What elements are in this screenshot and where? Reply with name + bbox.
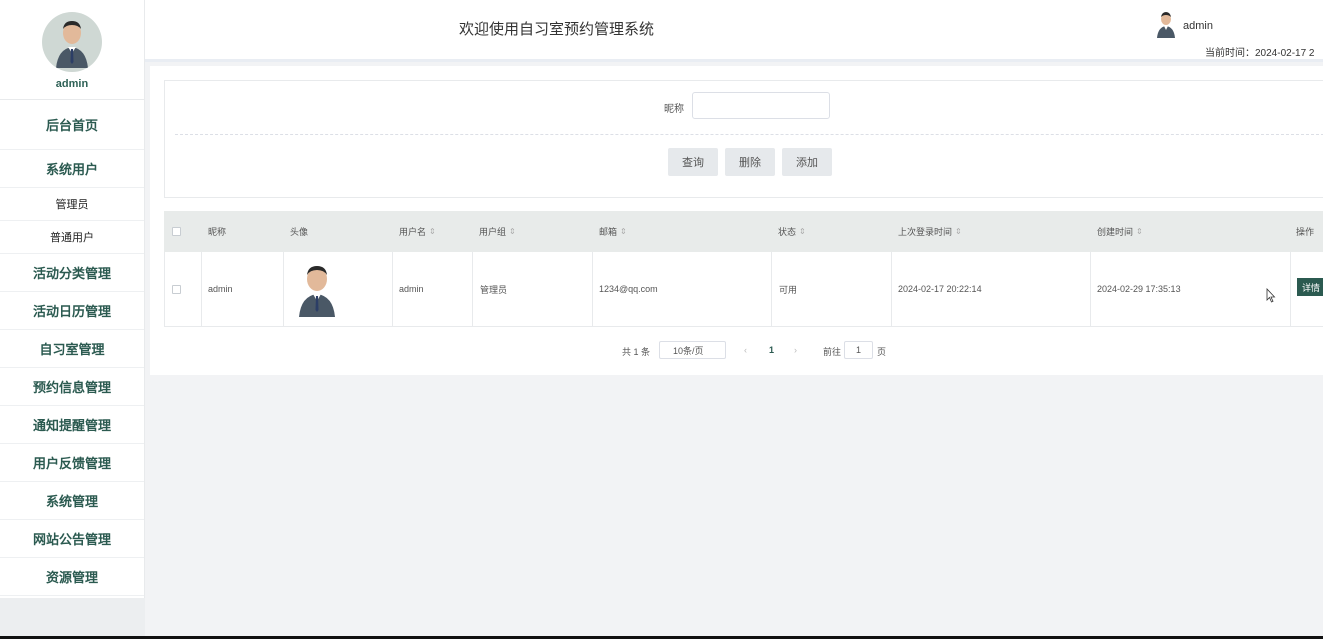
- mouse-cursor-icon: [1266, 288, 1276, 303]
- sidebar-item-activity-calendar[interactable]: 活动日历管理: [0, 292, 144, 330]
- nickname-search-input[interactable]: [692, 92, 830, 119]
- header-avatar-icon[interactable]: [1155, 10, 1177, 38]
- row-checkbox[interactable]: [172, 284, 181, 294]
- cell-created: 2024-02-29 17:35:13: [1097, 284, 1181, 294]
- sidebar-profile: admin: [0, 0, 144, 100]
- detail-button[interactable]: 详情: [1297, 278, 1323, 296]
- goto-label: 前往: [823, 347, 842, 357]
- sidebar-subitem-admin[interactable]: 管理员: [0, 188, 144, 221]
- col-username[interactable]: 用户名 ⇕: [399, 211, 436, 252]
- cell-last-login: 2024-02-17 20:22:14: [898, 284, 982, 294]
- goto-page-input[interactable]: 1: [844, 341, 873, 359]
- table-header: 昵称 头像 用户名 ⇕ 用户组 ⇕ 邮箱 ⇕ 状态 ⇕ 上次登录时间 ⇕ 创建时间 ⇕ 操作: [164, 211, 1323, 252]
- users-table: 昵称 头像 用户名 ⇕ 用户组 ⇕ 邮箱 ⇕ 状态 ⇕ 上次登录时间 ⇕ 创建时间 ⇕ 操作…: [164, 211, 1323, 327]
- avatar[interactable]: [42, 12, 102, 72]
- col-group[interactable]: 用户组 ⇕: [479, 211, 516, 252]
- col-email[interactable]: 邮箱 ⇕: [599, 211, 627, 252]
- profile-name: admin: [55, 78, 89, 90]
- cell-nickname: admin: [208, 284, 233, 294]
- select-all-checkbox[interactable]: [172, 227, 181, 236]
- delete-button[interactable]: 删除: [725, 148, 775, 176]
- user-portrait-icon: [56, 21, 88, 68]
- header-user-name[interactable]: admin: [1183, 20, 1213, 32]
- divider: [175, 134, 1323, 135]
- sidebar-item-system[interactable]: 系统管理: [0, 482, 144, 520]
- prev-page-icon[interactable]: ‹: [744, 345, 747, 355]
- sidebar: admin 后台首页 系统用户 管理员 普通用户 活动分类管理 活动日历管理 自…: [0, 0, 145, 636]
- sort-icon[interactable]: ⇕: [1136, 227, 1143, 236]
- col-avatar: 头像: [290, 227, 309, 237]
- sidebar-item-feedback[interactable]: 用户反馈管理: [0, 444, 144, 482]
- search-panel: 昵称 查询 删除 添加: [164, 80, 1323, 198]
- sort-icon[interactable]: ⇕: [509, 227, 516, 236]
- top-header: 欢迎使用自习室预约管理系统 admin 当前时间：2024-02-17 2: [145, 0, 1323, 62]
- page-size-select[interactable]: 10条/页: [659, 341, 726, 359]
- table-row[interactable]: admin admin 管理员 1234@qq.com 可用 2024-02-1…: [164, 252, 1323, 327]
- sidebar-item-study-room[interactable]: 自习室管理: [0, 330, 144, 368]
- query-button[interactable]: 查询: [668, 148, 718, 176]
- sort-icon[interactable]: ⇕: [799, 227, 806, 236]
- sidebar-subitem-normal-users[interactable]: 普通用户: [0, 221, 144, 254]
- sidebar-item-announcement[interactable]: 网站公告管理: [0, 520, 144, 558]
- next-page-icon[interactable]: ›: [794, 345, 797, 355]
- user-portrait-icon: [299, 266, 335, 317]
- cell-status: 可用: [779, 284, 798, 295]
- col-status[interactable]: 状态 ⇕: [778, 211, 806, 252]
- sidebar-item-home[interactable]: 后台首页: [0, 100, 144, 150]
- sort-icon[interactable]: ⇕: [429, 227, 436, 236]
- col-last-login[interactable]: 上次登录时间 ⇕: [898, 211, 962, 252]
- page-title: 欢迎使用自习室预约管理系统: [459, 21, 655, 38]
- main-content: 昵称 查询 删除 添加 昵称 头像 用户名 ⇕ 用户组 ⇕ 邮箱 ⇕ 状态 ⇕ 上次登录…: [150, 66, 1323, 375]
- col-actions: 操作: [1296, 227, 1315, 237]
- page-suffix: 页: [877, 347, 887, 357]
- sidebar-item-activity-category[interactable]: 活动分类管理: [0, 254, 144, 292]
- pagination: 共 1 条 10条/页 ‹ 1 › 前往 1 页: [150, 340, 1323, 360]
- search-nickname-label: 昵称: [664, 104, 684, 115]
- cell-email: 1234@qq.com: [599, 284, 658, 294]
- add-button[interactable]: 添加: [782, 148, 832, 176]
- sidebar-item-notification[interactable]: 通知提醒管理: [0, 406, 144, 444]
- sort-icon[interactable]: ⇕: [955, 227, 962, 236]
- sidebar-footer: [0, 598, 145, 636]
- sidebar-item-resources[interactable]: 资源管理: [0, 558, 144, 596]
- cell-avatar: [296, 252, 338, 326]
- sidebar-item-reservation[interactable]: 预约信息管理: [0, 368, 144, 406]
- sidebar-item-system-users[interactable]: 系统用户: [0, 150, 144, 188]
- sort-icon[interactable]: ⇕: [620, 227, 627, 236]
- cell-username: admin: [399, 284, 424, 294]
- col-created[interactable]: 创建时间 ⇕: [1097, 211, 1143, 252]
- cell-group: 管理员: [480, 284, 508, 295]
- page-number-1[interactable]: 1: [769, 345, 774, 355]
- pagination-total: 共 1 条: [622, 347, 651, 357]
- col-nickname: 昵称: [208, 227, 227, 237]
- current-time: 当前时间：2024-02-17 2: [1205, 48, 1315, 59]
